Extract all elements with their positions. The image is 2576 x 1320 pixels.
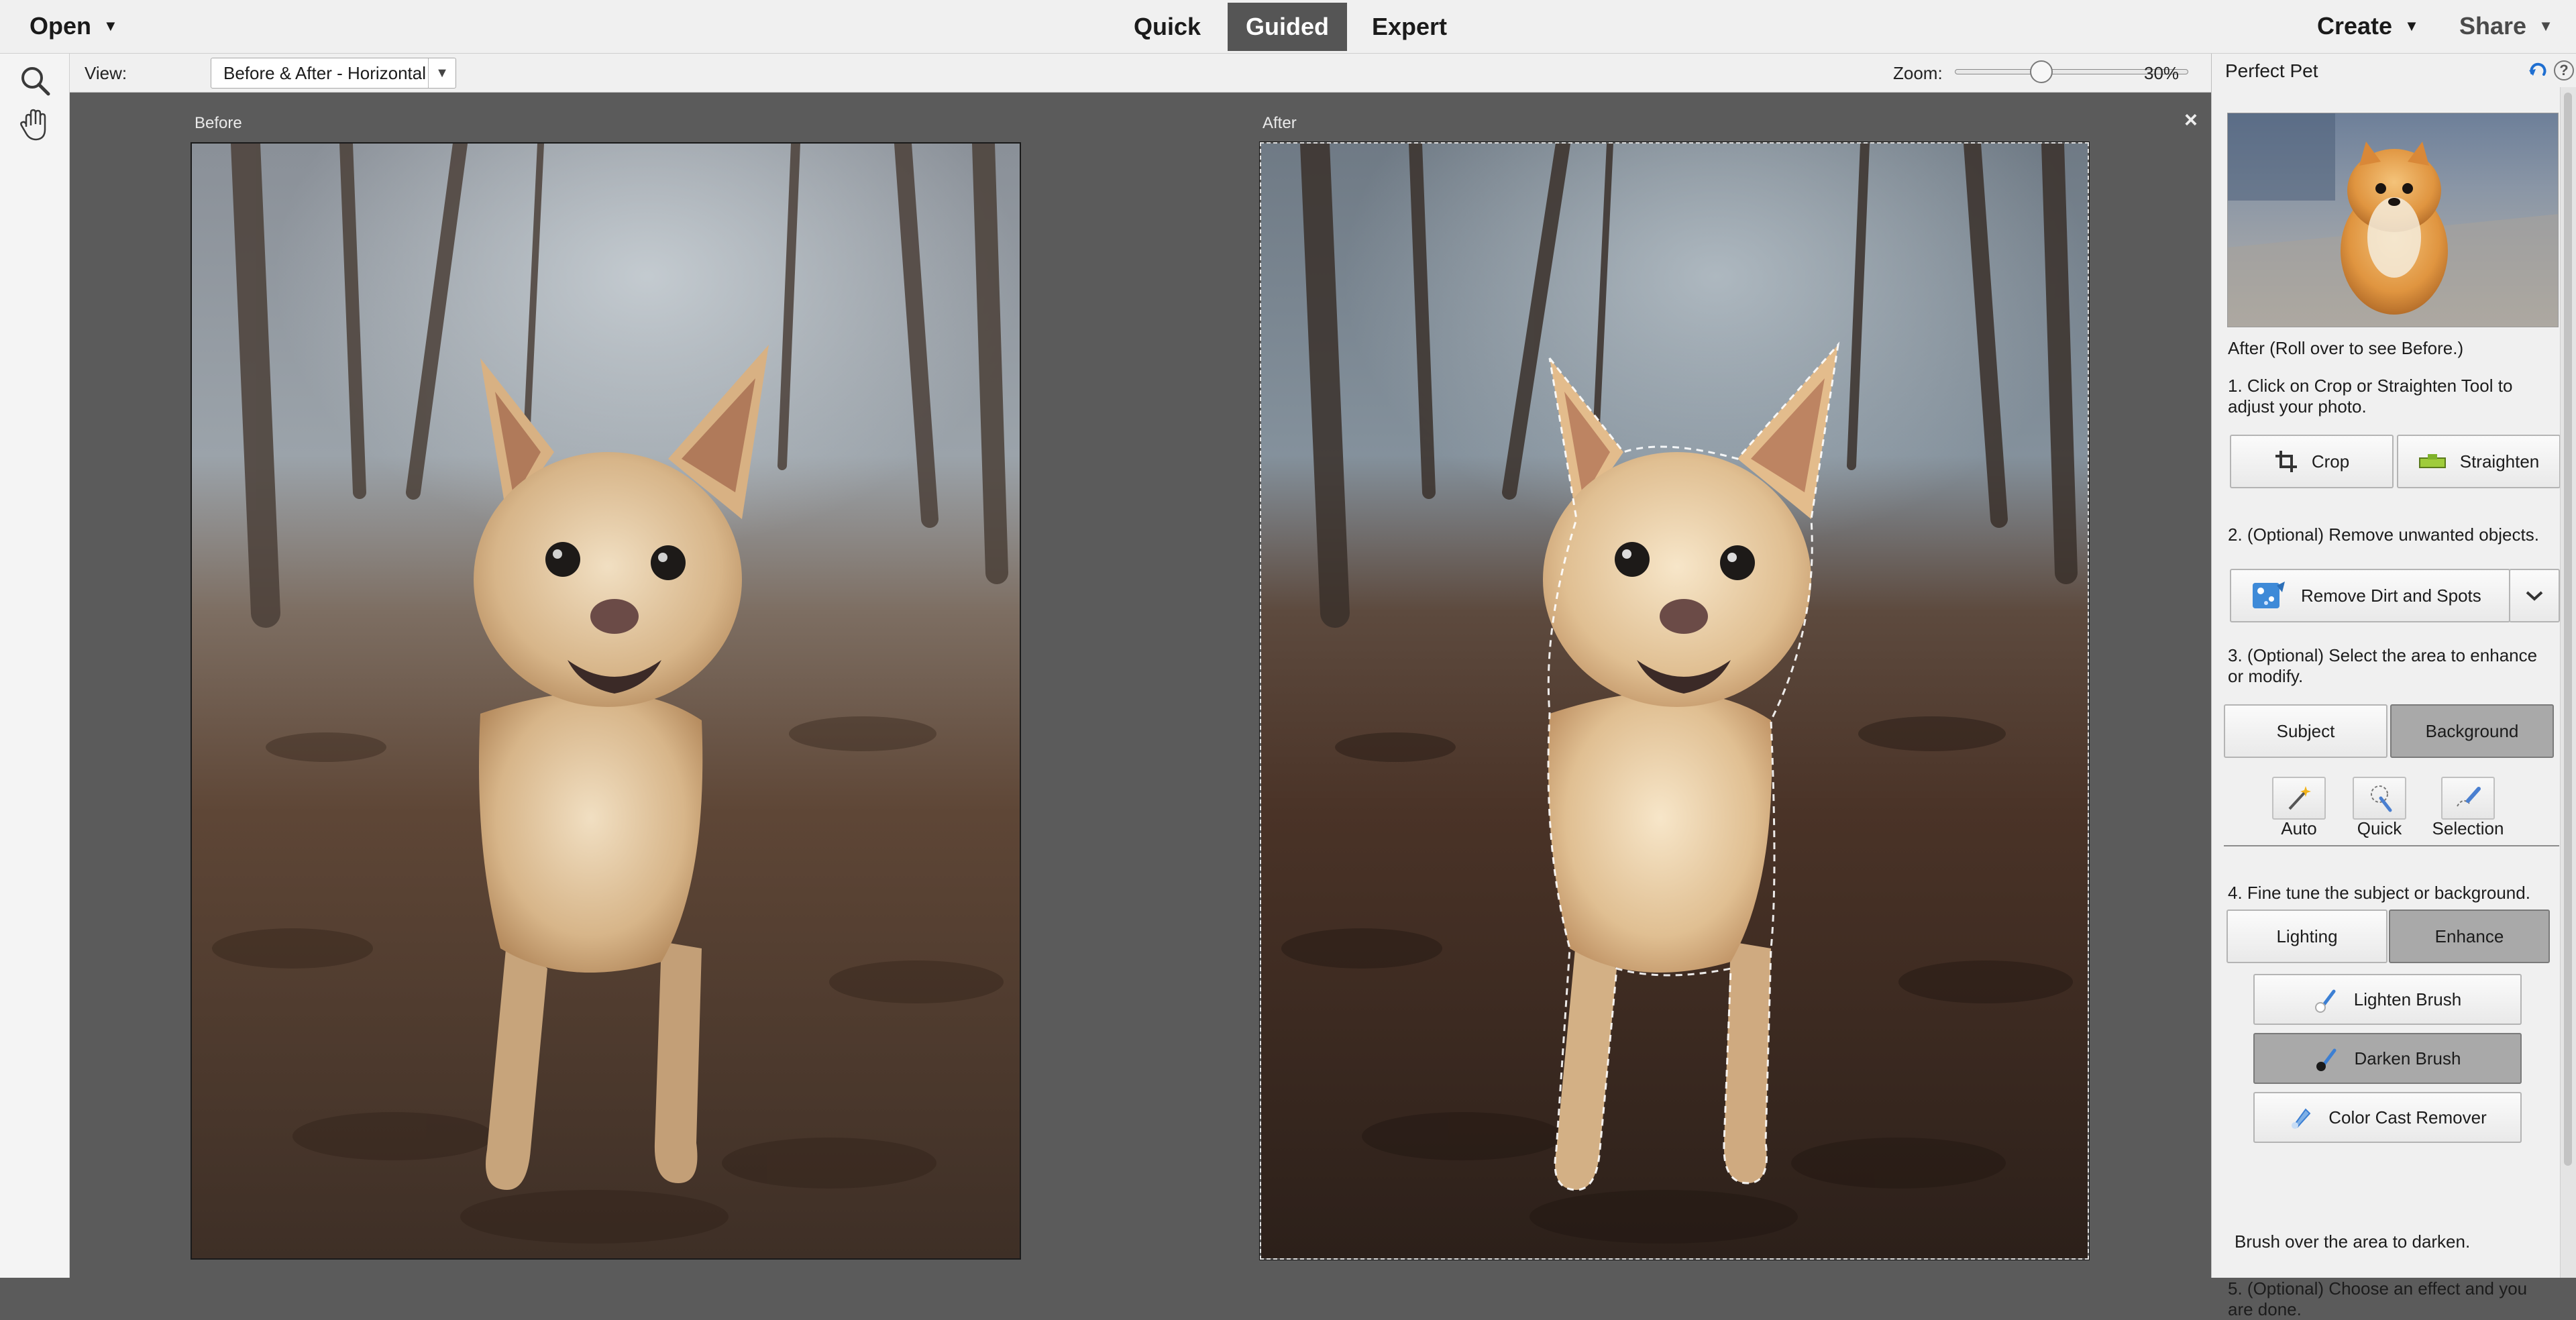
background-button[interactable]: Background	[2390, 704, 2554, 758]
open-menu[interactable]: Open ▼	[30, 12, 118, 40]
chevron-down-icon: ▼	[2404, 17, 2419, 34]
panel-scrollbar[interactable]	[2560, 87, 2576, 1278]
remove-dirt-label: Remove Dirt and Spots	[2301, 585, 2481, 606]
quick-label: Quick	[2357, 818, 2402, 838]
preview-thumbnail[interactable]	[2227, 113, 2559, 327]
lighten-brush-button[interactable]: Lighten Brush	[2253, 974, 2522, 1025]
selection-brush-icon	[2457, 787, 2481, 807]
hand-icon	[20, 109, 46, 141]
lighting-button[interactable]: Lighting	[2226, 910, 2387, 963]
tool-rail	[0, 54, 70, 1278]
chevron-down-icon: ▼	[2538, 17, 2553, 34]
color-cast-remover-label: Color Cast Remover	[2328, 1107, 2487, 1128]
chevron-down-icon	[2526, 591, 2543, 601]
auto-label: Auto	[2281, 818, 2317, 838]
dog-photo-before-image	[192, 144, 1020, 1258]
magic-wand-icon	[2288, 786, 2311, 810]
straighten-label: Straighten	[2459, 451, 2540, 472]
subject-label: Subject	[2276, 720, 2335, 741]
enhance-label: Enhance	[2434, 926, 2504, 946]
color-cast-icon	[2292, 1108, 2311, 1129]
before-photo[interactable]	[191, 142, 1021, 1260]
tab-guided[interactable]: Guided	[1228, 3, 1347, 51]
quick-select-button[interactable]	[2353, 777, 2406, 820]
panel-title: Perfect Pet	[2225, 60, 2318, 81]
before-label: Before	[195, 114, 242, 132]
zoom-value: 30%	[2144, 63, 2180, 83]
lighten-brush-icon	[2314, 989, 2336, 1013]
view-dropdown[interactable]: Before & After - Horizontal ▼	[211, 58, 456, 89]
darken-brush-label: Darken Brush	[2354, 1048, 2461, 1068]
subject-button[interactable]: Subject	[2224, 704, 2387, 758]
color-cast-remover-button[interactable]: Color Cast Remover	[2253, 1092, 2522, 1143]
darken-brush-icon	[2316, 1048, 2337, 1071]
step-4-text: 4. Fine tune the subject or background.	[2228, 883, 2530, 903]
straighten-button[interactable]: Straighten	[2397, 435, 2561, 488]
after-label: After	[1263, 114, 1297, 132]
zoom-label: Zoom:	[1893, 63, 1943, 83]
top-bar: Open ▼ Quick Guided Expert Create ▼ Shar…	[0, 0, 2576, 54]
share-menu[interactable]: Share ▼	[2459, 12, 2553, 40]
brush-hint-text: Brush over the area to darken.	[2235, 1231, 2471, 1252]
zoom-slider-thumb[interactable]	[2030, 60, 2053, 83]
crop-icon	[2275, 451, 2297, 472]
scrollbar-thumb[interactable]	[2564, 93, 2572, 1166]
quick-selection-icon	[2371, 785, 2392, 812]
preview-caption: After (Roll over to see Before.)	[2228, 338, 2464, 358]
tab-quick-label: Quick	[1133, 13, 1201, 40]
remove-dirt-icon	[2253, 582, 2285, 608]
selection-label: Selection	[2432, 818, 2504, 838]
step-3-text: 3. (Optional) Select the area to enhance…	[2228, 645, 2538, 686]
auto-select-button[interactable]	[2272, 777, 2326, 820]
reset-arrow-icon	[2529, 62, 2546, 76]
selection-brush-button[interactable]	[2441, 777, 2495, 820]
create-label: Create	[2317, 12, 2393, 40]
background-label: Background	[2425, 720, 2519, 741]
reset-icon[interactable]	[2527, 60, 2548, 82]
pomeranian-preview-image	[2228, 113, 2558, 327]
chevron-down-icon: ▼	[103, 17, 118, 34]
create-menu[interactable]: Create ▼	[2317, 12, 2419, 40]
step-2-text: 2. (Optional) Remove unwanted objects.	[2228, 525, 2539, 545]
remove-dirt-button[interactable]: Remove Dirt and Spots	[2230, 569, 2510, 622]
tab-expert[interactable]: Expert	[1352, 3, 1466, 51]
canvas-area: Before After ×	[70, 93, 2211, 1278]
crop-label: Crop	[2311, 451, 2350, 472]
dog-photo-after-image	[1261, 144, 2088, 1258]
divider	[2224, 845, 2559, 846]
straighten-icon	[2418, 454, 2446, 468]
enhance-button[interactable]: Enhance	[2389, 910, 2550, 963]
step-1-text: 1. Click on Crop or Straighten Tool to a…	[2228, 376, 2513, 417]
tab-guided-label: Guided	[1246, 13, 1329, 40]
zoom-tool[interactable]	[13, 59, 56, 102]
close-compare-icon[interactable]: ×	[2184, 107, 2198, 133]
chevron-down-icon: ▼	[428, 58, 455, 88]
step-5-text: 5. (Optional) Choose an effect and you a…	[2228, 1278, 2528, 1319]
crop-button[interactable]: Crop	[2230, 435, 2394, 488]
open-label: Open	[30, 12, 92, 40]
help-icon[interactable]: ?	[2554, 60, 2574, 80]
after-photo[interactable]	[1259, 142, 2090, 1260]
lighten-brush-label: Lighten Brush	[2353, 989, 2462, 1009]
hand-tool[interactable]	[13, 103, 56, 146]
share-label: Share	[2459, 12, 2527, 40]
guided-panel: Perfect Pet ? After (Roll over to see Be…	[2211, 54, 2576, 1319]
view-dropdown-value: Before & After - Horizontal	[223, 62, 427, 83]
darken-brush-button[interactable]: Darken Brush	[2253, 1033, 2522, 1084]
option-bar: View: Before & After - Horizontal ▼ Zoom…	[70, 54, 2211, 93]
lighting-label: Lighting	[2276, 926, 2338, 946]
tab-quick[interactable]: Quick	[1114, 3, 1221, 51]
view-label: View:	[85, 63, 127, 83]
tab-expert-label: Expert	[1371, 13, 1448, 40]
magnifier-icon	[21, 67, 50, 96]
remove-dirt-dropdown[interactable]	[2509, 569, 2560, 622]
